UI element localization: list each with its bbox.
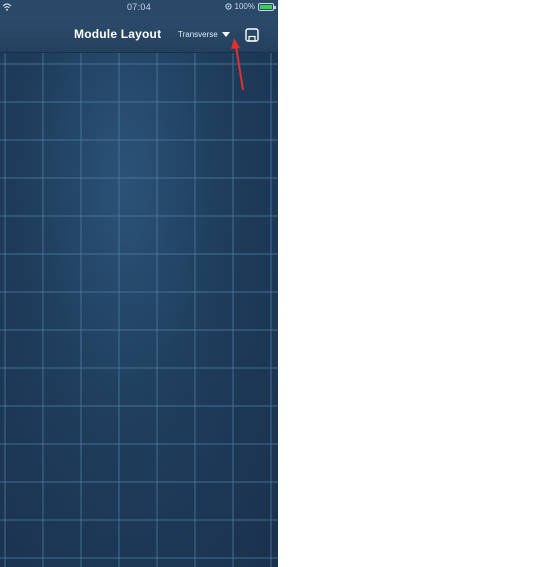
app-screen: 07:04 100% Module Layout Transverse: [0, 0, 278, 567]
battery-fill: [260, 4, 272, 9]
caret-down-icon: [221, 32, 230, 37]
page-title: Module Layout: [74, 27, 162, 41]
layout-orientation-value: Transverse: [178, 30, 218, 39]
save-icon[interactable]: [244, 27, 260, 43]
module-layout-grid[interactable]: [0, 53, 278, 567]
navigation-bar: Module Layout Transverse: [0, 16, 278, 53]
grid-lines: [0, 53, 278, 567]
layout-orientation-dropdown[interactable]: Transverse: [178, 30, 230, 39]
battery-percent: 100%: [234, 2, 255, 11]
status-bar: 07:04 100%: [0, 0, 278, 16]
location-icon: [224, 3, 232, 10]
battery-icon: [258, 2, 276, 11]
status-right: 100%: [224, 2, 276, 11]
